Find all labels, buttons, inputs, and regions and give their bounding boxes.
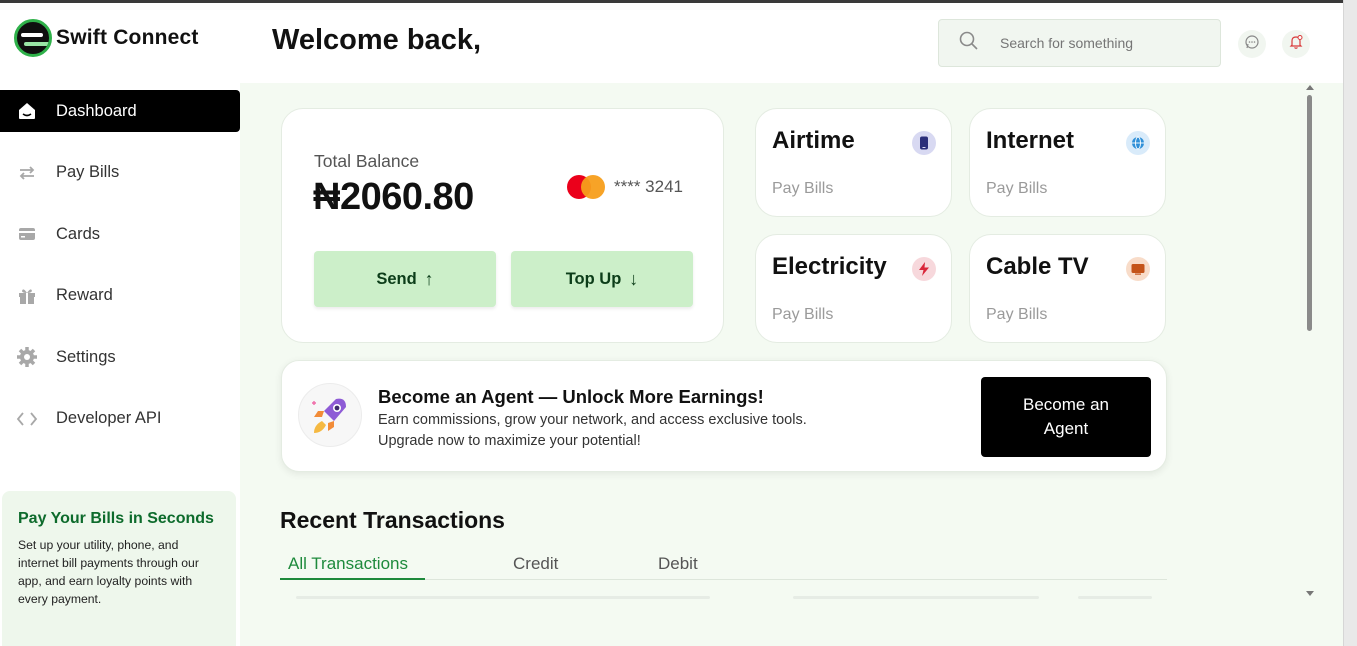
agent-banner: Become an Agent — Unlock More Earnings! … [281,360,1167,472]
balance-label: Total Balance [314,151,420,171]
sidebar-item-reward[interactable]: Reward [0,275,240,317]
card-badge: **** 3241 [567,175,683,199]
card-number: **** 3241 [614,177,684,196]
scroll-down-icon[interactable] [1306,591,1314,596]
agent-title: Become an Agent — Unlock More Earnings! [378,386,764,407]
service-title: Cable TV [986,253,1089,280]
card-icon [16,223,38,245]
service-card-internet[interactable]: Internet Pay Bills [969,108,1166,217]
sidebar-item-label: Reward [56,286,113,304]
service-subtitle: Pay Bills [986,306,1048,323]
sidebar-item-settings[interactable]: Settings [0,336,240,378]
service-card-electricity[interactable]: Electricity Pay Bills [755,234,952,343]
sidebar-item-label: Dashboard [56,101,137,120]
window-scrollbar[interactable] [1343,0,1357,646]
globe-icon [1126,131,1150,155]
chat-icon [1244,34,1260,55]
gift-icon [16,285,38,307]
promo-text: Set up your utility, phone, and internet… [18,538,199,606]
sidebar-item-label: Settings [56,347,116,366]
arrow-down-icon: ↓ [629,268,639,289]
bolt-icon [912,257,936,281]
transaction-placeholder [793,596,1039,599]
sidebar-nav: Dashboard Pay Bills Cards Reward Setting… [0,90,240,459]
header: Welcome back, [240,3,1343,83]
search-input[interactable] [1000,35,1200,51]
sidebar-item-pay-bills[interactable]: Pay Bills [0,152,240,194]
sidebar-item-developer-api[interactable]: Developer API [0,398,240,440]
top-up-label: Top Up [565,269,622,288]
promo-card: Pay Your Bills in Seconds Set up your ut… [2,491,236,646]
search-box[interactable] [938,19,1221,67]
transaction-placeholder [296,596,710,599]
main-content: Total Balance ₦2060.80 **** 3241 Send ↑ T… [240,83,1343,646]
messages-button[interactable] [1238,30,1266,58]
promo-title: Pay Your Bills in Seconds [18,510,214,527]
balance-amount: ₦2060.80 [313,176,474,218]
sidebar-item-cards[interactable]: Cards [0,213,240,255]
tab-debit[interactable]: Debit [658,554,698,580]
transaction-tabs: All Transactions Credit Debit [280,554,1167,580]
scroll-thumb[interactable] [1307,95,1312,331]
brand-logo[interactable]: Swift Connect [14,19,199,57]
search-icon [959,31,979,56]
rocket-icon [298,383,362,447]
top-up-button[interactable]: Top Up ↓ [511,251,693,307]
service-title: Airtime [772,127,855,154]
service-title: Electricity [772,253,887,280]
sidebar: Swift Connect Dashboard Pay Bills Cards … [0,3,240,646]
agent-description: Earn commissions, grow your network, and… [378,412,807,449]
become-agent-button[interactable]: Become an Agent [981,377,1151,457]
send-button[interactable]: Send ↑ [314,251,496,307]
service-card-airtime[interactable]: Airtime Pay Bills [755,108,952,217]
logo-icon [14,19,52,57]
arrow-up-icon: ↑ [424,268,434,289]
recent-transactions-title: Recent Transactions [280,507,505,533]
scroll-up-icon[interactable] [1306,85,1314,90]
phone-icon [912,131,936,155]
notifications-button[interactable] [1282,30,1310,58]
sidebar-item-dashboard[interactable]: Dashboard [0,90,240,132]
service-subtitle: Pay Bills [986,180,1048,197]
service-card-cable-tv[interactable]: Cable TV Pay Bills [969,234,1166,343]
bell-icon [1288,34,1304,55]
gear-icon [16,346,38,368]
service-subtitle: Pay Bills [772,180,834,197]
tv-icon [1126,257,1150,281]
scrollbar[interactable] [1306,83,1314,646]
sidebar-item-label: Pay Bills [56,163,120,181]
tab-credit[interactable]: Credit [513,554,558,580]
tab-all-transactions[interactable]: All Transactions [280,554,425,580]
service-title: Internet [986,127,1075,154]
balance-card: Total Balance ₦2060.80 **** 3241 Send ↑ T… [281,108,724,343]
brand-name: Swift Connect [56,26,199,49]
sidebar-item-label: Developer API [56,409,162,427]
transfer-icon [16,162,38,184]
page-title: Welcome back, [272,24,482,56]
sidebar-item-label: Cards [56,224,101,243]
send-label: Send [376,269,417,288]
code-icon [16,408,38,430]
transaction-placeholder [1078,596,1152,599]
mastercard-icon [567,175,605,199]
service-subtitle: Pay Bills [772,306,834,323]
home-icon [16,100,38,122]
